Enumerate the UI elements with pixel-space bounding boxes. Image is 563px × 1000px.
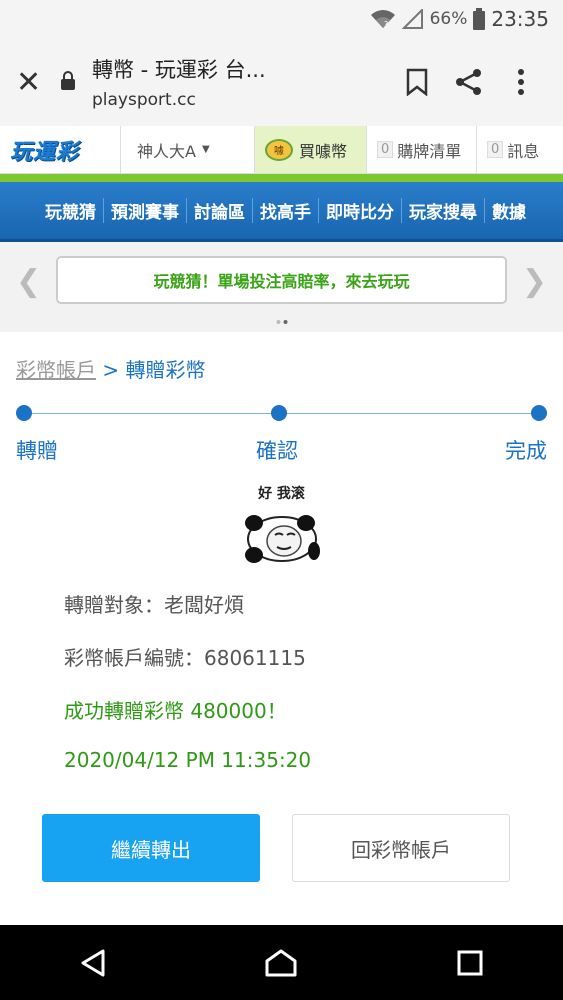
transfer-result: 轉贈對象：老闆好煩 彩幣帳戶編號：68061115 成功轉贈彩幣 480000！… bbox=[0, 589, 563, 772]
messages-label: 訊息 bbox=[507, 141, 540, 161]
close-icon[interactable]: ✕ bbox=[16, 65, 60, 100]
transfer-datetime: 2020/04/12 PM 11:35:20 bbox=[64, 748, 312, 772]
breadcrumb: 彩幣帳戶 > 轉贈彩幣 bbox=[0, 332, 563, 383]
clock: 23:35 bbox=[491, 7, 549, 31]
user-menu[interactable]: 神人大A ▼ bbox=[120, 126, 254, 173]
site-logo[interactable]: 玩運彩 bbox=[0, 126, 120, 173]
page-url: playsport.cc bbox=[92, 90, 196, 110]
chevron-down-icon: ▼ bbox=[201, 144, 210, 155]
messages-button[interactable]: 0 訊息 bbox=[476, 126, 563, 173]
panda-face-image bbox=[244, 515, 320, 563]
status-bar: ? 66% 23:35 bbox=[0, 0, 563, 38]
home-icon[interactable] bbox=[264, 948, 298, 978]
wifi-icon: ? bbox=[370, 10, 395, 29]
step-dot-transfer bbox=[16, 405, 32, 421]
message-count-badge: 0 bbox=[487, 141, 504, 158]
recents-icon[interactable] bbox=[456, 949, 484, 977]
step-label-transfer: 轉贈 bbox=[16, 439, 58, 463]
nav-item-data[interactable]: 數據 bbox=[485, 198, 533, 223]
transfer-target: 轉贈對象：老闆好煩 bbox=[64, 593, 244, 617]
nav-item-predict[interactable]: 預測賽事 bbox=[104, 198, 187, 223]
promo-banner[interactable]: 玩競猜！單場投注高賠率，來去玩玩 bbox=[56, 256, 507, 304]
coin-account-number: 彩幣帳戶編號：68061115 bbox=[64, 646, 306, 670]
buy-coins-button[interactable]: 噱 買噱幣 bbox=[254, 126, 366, 173]
action-buttons: 繼續轉出 回彩幣帳戶 bbox=[0, 814, 563, 882]
battery-icon bbox=[473, 8, 486, 30]
signal-icon bbox=[401, 9, 423, 29]
share-icon[interactable] bbox=[443, 67, 495, 97]
promo-carousel: ❮ 玩競猜！單場投注高賠率，來去玩玩 ❯ bbox=[0, 242, 563, 332]
progress-steps: 轉贈 確認 完成 bbox=[16, 405, 547, 495]
bookmark-icon[interactable] bbox=[391, 68, 443, 96]
back-to-coin-account-button[interactable]: 回彩幣帳戶 bbox=[292, 814, 510, 882]
chevron-left-icon[interactable]: ❮ bbox=[16, 264, 41, 299]
nav-item-forum[interactable]: 討論區 bbox=[187, 198, 253, 223]
buy-coins-label: 買噱幣 bbox=[299, 141, 348, 161]
coin-icon: 噱 bbox=[265, 138, 293, 161]
success-message: 成功轉贈彩幣 480000！ bbox=[64, 699, 287, 723]
username: 神人大A bbox=[137, 141, 196, 161]
step-label-done: 完成 bbox=[505, 439, 547, 463]
breadcrumb-coin-account-link[interactable]: 彩幣帳戶 bbox=[16, 358, 96, 382]
more-menu-icon[interactable] bbox=[495, 68, 547, 96]
nav-item-player-search[interactable]: 玩家搜尋 bbox=[402, 198, 485, 223]
browser-title-area[interactable]: 轉幣 - 玩運彩 台... playsport.cc bbox=[92, 54, 391, 110]
purchase-list-label: 購牌清單 bbox=[397, 141, 462, 161]
breadcrumb-current: 轉贈彩幣 bbox=[125, 358, 206, 382]
header-accent-bar bbox=[0, 174, 563, 182]
lock-icon bbox=[60, 70, 92, 94]
chevron-right-icon[interactable]: ❯ bbox=[522, 264, 547, 299]
purchase-list-button[interactable]: 0 購牌清單 bbox=[366, 126, 476, 173]
svg-text:?: ? bbox=[384, 20, 388, 29]
android-nav-bar bbox=[0, 925, 563, 1000]
page-title: 轉幣 - 玩運彩 台... bbox=[92, 58, 266, 82]
breadcrumb-separator: > bbox=[102, 358, 120, 382]
nav-item-experts[interactable]: 找高手 bbox=[253, 198, 319, 223]
battery-percent: 66% bbox=[429, 9, 468, 29]
back-icon[interactable] bbox=[79, 948, 107, 978]
nav-item-guess[interactable]: 玩競猜 bbox=[38, 198, 104, 223]
site-header: 玩運彩 神人大A ▼ 噱 買噱幣 0 購牌清單 0 訊息 bbox=[0, 126, 563, 174]
step-label-confirm: 確認 bbox=[256, 439, 298, 463]
panda-sticker: 好 我滚 bbox=[0, 483, 563, 565]
nav-item-live-scores[interactable]: 即時比分 bbox=[319, 198, 402, 223]
step-dot-done bbox=[531, 405, 547, 421]
carousel-dots bbox=[276, 320, 287, 324]
continue-transfer-button[interactable]: 繼續轉出 bbox=[42, 814, 260, 882]
main-nav: 玩競猜 預測賽事 討論區 找高手 即時比分 玩家搜尋 數據 bbox=[0, 182, 563, 242]
step-dot-confirm bbox=[271, 405, 287, 421]
browser-toolbar: ✕ 轉幣 - 玩運彩 台... playsport.cc bbox=[0, 38, 563, 126]
purchase-count-badge: 0 bbox=[377, 141, 394, 158]
